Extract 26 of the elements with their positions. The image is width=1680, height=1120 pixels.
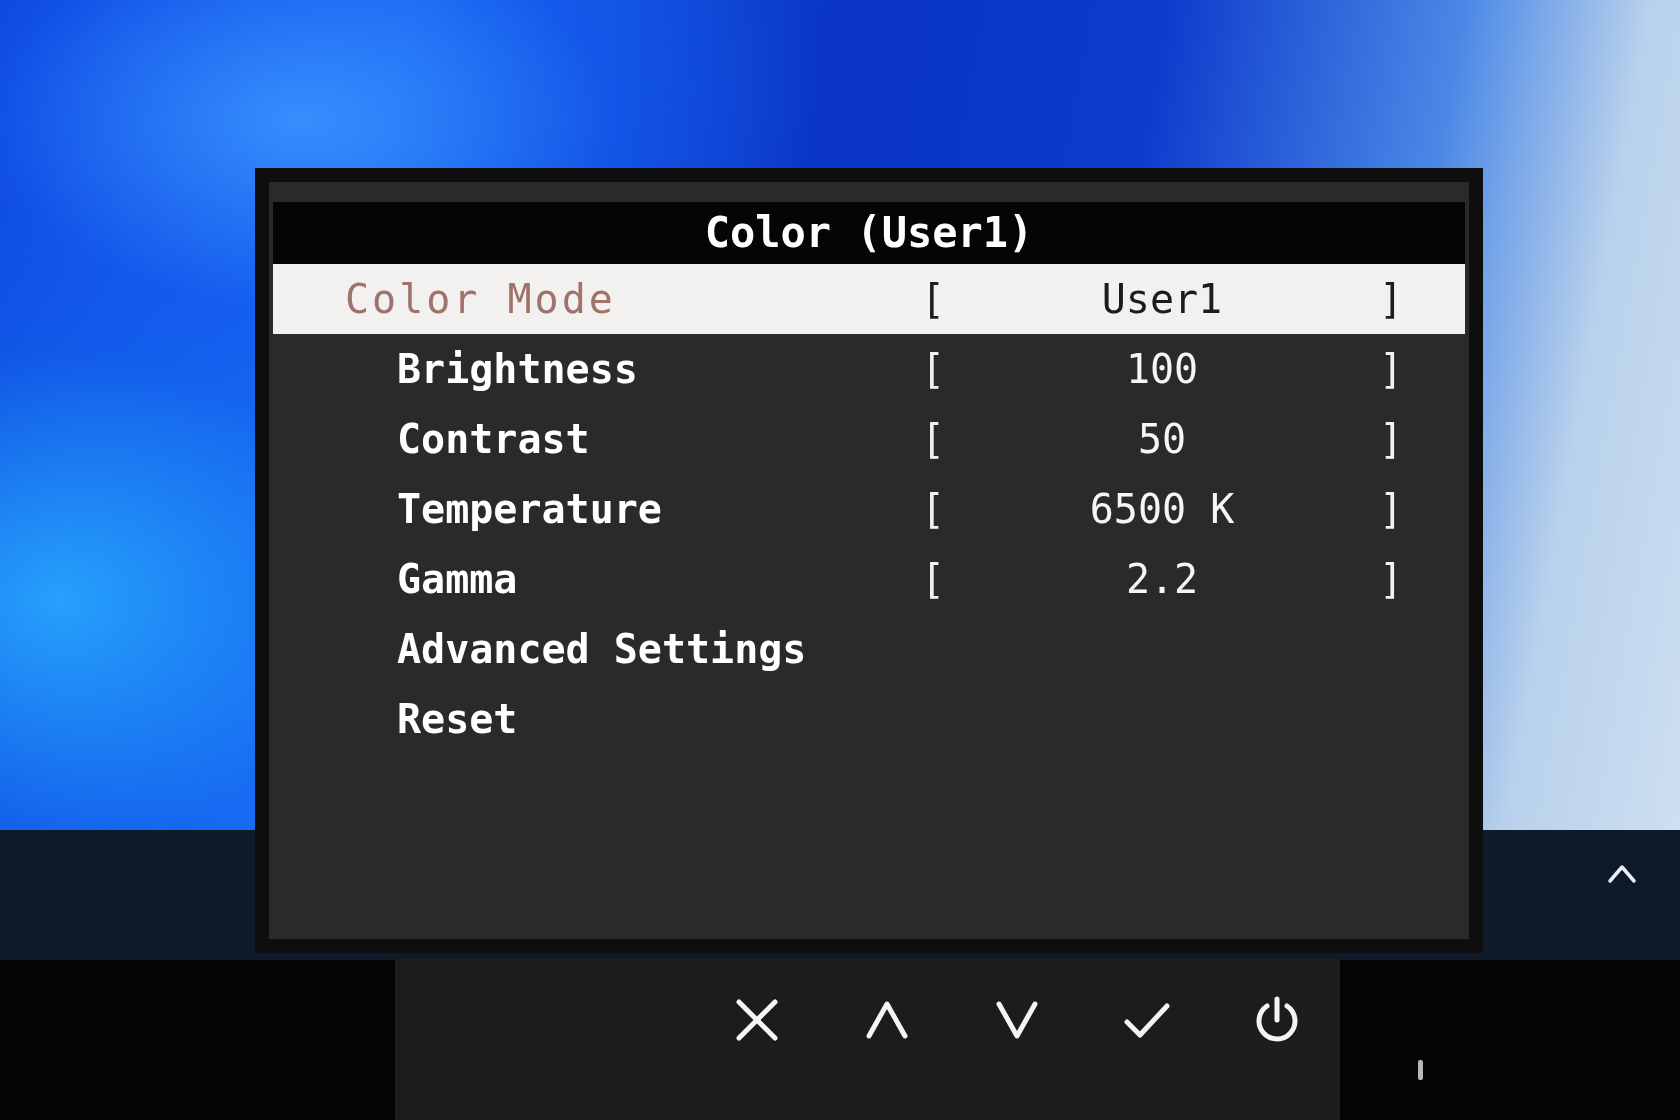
closing-bracket: ] xyxy=(1378,345,1403,393)
opening-bracket: [ xyxy=(921,275,946,323)
up-caret-icon[interactable] xyxy=(1607,862,1637,886)
menu-item[interactable]: Advanced Settings xyxy=(397,625,807,673)
setting-value: 6500 K xyxy=(1089,485,1235,533)
closing-bracket: ] xyxy=(1378,415,1403,463)
opening-bracket: [ xyxy=(921,485,946,533)
menu-item[interactable]: Contrast xyxy=(397,415,590,463)
setting-value: User1 xyxy=(1101,275,1223,323)
menu-item[interactable]: Reset xyxy=(397,695,518,743)
closing-bracket: ] xyxy=(1378,555,1403,603)
opening-bracket: [ xyxy=(921,555,946,603)
setting-value: 2.2 xyxy=(1125,555,1199,603)
close-icon[interactable] xyxy=(733,996,781,1044)
osd-title: Color (User1) xyxy=(704,207,1034,259)
opening-bracket: [ xyxy=(921,345,946,393)
closing-bracket: ] xyxy=(1378,275,1403,323)
setting-value: 50 xyxy=(1137,415,1187,463)
indicator-light-icon xyxy=(1418,1060,1423,1080)
menu-item[interactable]: Temperature xyxy=(397,485,662,533)
menu-item[interactable]: Gamma xyxy=(397,555,518,603)
opening-bracket: [ xyxy=(921,415,946,463)
closing-bracket: ] xyxy=(1378,485,1403,533)
setting-value: 100 xyxy=(1125,345,1199,393)
menu-item[interactable]: Color Mode xyxy=(345,275,616,323)
menu-item[interactable]: Brightness xyxy=(397,345,638,393)
